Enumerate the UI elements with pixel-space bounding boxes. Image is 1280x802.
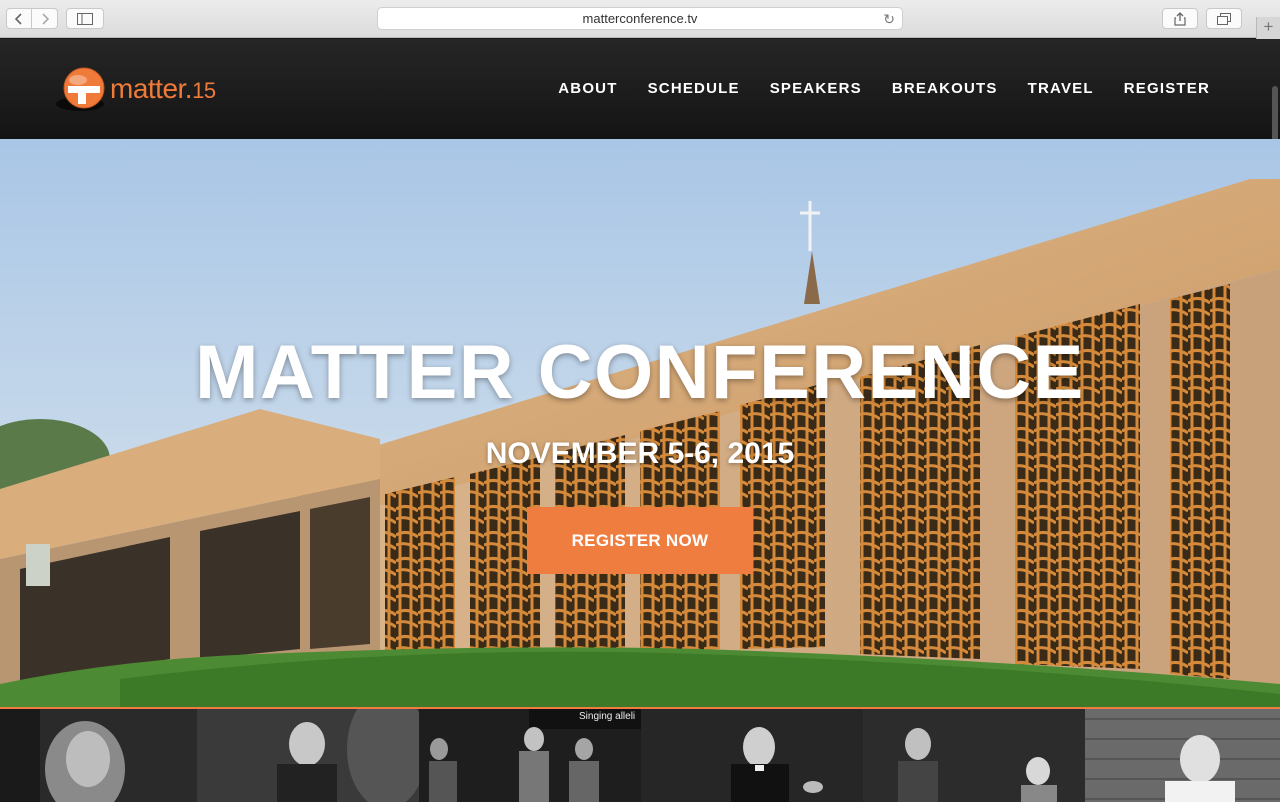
panel-photo-image (863, 709, 1085, 802)
photo-tile-preacher[interactable] (1085, 709, 1280, 802)
nav-travel[interactable]: TRAVEL (1028, 80, 1094, 97)
logo-year: 15 (192, 78, 216, 103)
share-icon (1174, 11, 1186, 26)
hero-section: MATTER CONFERENCE NOVEMBER 5-6, 2015 REG… (0, 139, 1280, 707)
forward-button[interactable] (32, 8, 58, 29)
forward-icon (41, 12, 49, 25)
sidebar-icon (77, 12, 93, 25)
nav-speakers[interactable]: SPEAKERS (770, 80, 862, 97)
back-icon (14, 12, 22, 25)
nav-schedule[interactable]: SCHEDULE (648, 80, 740, 97)
priest-photo-image (641, 709, 863, 802)
new-tab-icon[interactable]: + (1256, 17, 1280, 39)
photo-strip: Singing alleli (0, 707, 1280, 802)
photo-caption: Singing alleli (579, 711, 636, 722)
reload-icon[interactable]: ↻ (883, 11, 895, 28)
logo-mark-icon (56, 67, 105, 111)
band-photo-image (419, 709, 641, 802)
site-header: matter.15 ABOUT SCHEDULE SPEAKERS BREAKO… (0, 39, 1280, 150)
back-button[interactable] (6, 8, 32, 29)
register-now-button[interactable]: REGISTER NOW (527, 507, 753, 574)
main-nav: ABOUT SCHEDULE SPEAKERS BREAKOUTS TRAVEL… (558, 80, 1210, 97)
address-bar[interactable]: matterconference.tv ↻ (377, 7, 903, 30)
photo-tile-priest[interactable] (641, 709, 863, 802)
nav-breakouts[interactable]: BREAKOUTS (892, 80, 998, 97)
photo-tile-panel[interactable] (863, 709, 1085, 802)
speaker-photo-image (197, 709, 419, 802)
browser-toolbar: matterconference.tv ↻ + (0, 0, 1280, 39)
sidebar-button[interactable] (66, 8, 104, 29)
nav-register[interactable]: REGISTER (1124, 80, 1210, 97)
photo-tile-singer[interactable] (0, 709, 197, 802)
photo-tile-speaker[interactable] (197, 709, 419, 802)
preacher-photo-image (1085, 709, 1280, 802)
site-logo[interactable]: matter.15 (56, 64, 216, 114)
church-building-image (0, 139, 1280, 707)
tabs-icon (1217, 12, 1231, 25)
singer-photo-image (0, 709, 197, 802)
show-tabs-button[interactable] (1206, 8, 1242, 29)
event-date: NOVEMBER 5-6, 2015 (485, 437, 795, 470)
nav-about[interactable]: ABOUT (558, 80, 617, 97)
share-button[interactable] (1162, 8, 1198, 29)
hero-title: MATTER CONFERENCE (195, 330, 1085, 415)
logo-text: matter.15 (110, 73, 216, 105)
logo-word: matter. (110, 73, 193, 104)
url-text: matterconference.tv (582, 11, 698, 26)
history-buttons (6, 8, 58, 29)
photo-tile-band[interactable]: Singing alleli (419, 709, 641, 802)
